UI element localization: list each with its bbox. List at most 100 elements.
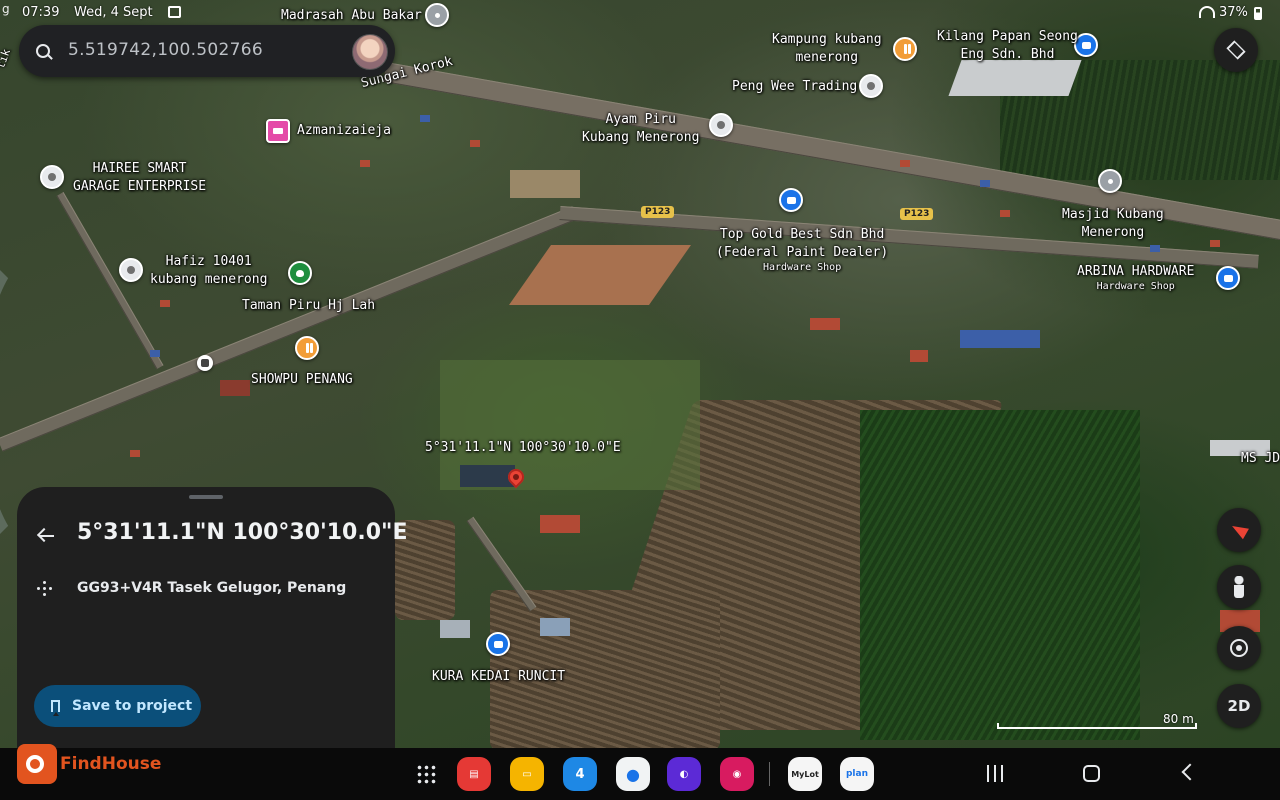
layers-button[interactable] xyxy=(1214,28,1258,72)
dock-app-internet[interactable]: ◐ xyxy=(667,757,701,791)
park-pin[interactable] xyxy=(288,261,312,285)
my-location-icon xyxy=(1230,639,1248,657)
internet-app-icon: ◐ xyxy=(679,768,689,780)
place-pin[interactable] xyxy=(709,113,733,137)
label-topgold[interactable]: Top Gold Best Sdn Bhd (Federal Paint Dea… xyxy=(716,226,888,274)
place-pin[interactable] xyxy=(119,258,143,282)
rooftop xyxy=(900,160,910,167)
bus-stop-pin[interactable] xyxy=(197,355,213,371)
my-location-button[interactable] xyxy=(1217,626,1261,670)
drag-handle[interactable] xyxy=(189,495,223,499)
rooftop xyxy=(810,318,840,330)
dock-app-mylot[interactable]: MyLot xyxy=(788,757,822,791)
label-hairee[interactable]: HAIREE SMART GARAGE ENTERPRISE xyxy=(73,160,206,196)
search-input[interactable]: 5.519742,100.502766 xyxy=(68,40,263,60)
dock-app-calendar[interactable]: 4 xyxy=(563,757,597,791)
rooftop xyxy=(1000,210,1010,217)
cleared-land xyxy=(510,170,580,198)
rooftop xyxy=(150,350,160,357)
plus-code-address[interactable]: GG93+V4R Tasek Gelugor, Penang xyxy=(77,580,346,596)
status-date: Wed, 4 Sept xyxy=(74,5,153,20)
place-pin[interactable] xyxy=(859,74,883,98)
road-shield-p123: P123 xyxy=(900,208,934,220)
label-showpu[interactable]: SHOWPU PENANG xyxy=(251,371,353,389)
status-bar: g 07:39 Wed, 4 Sept 37% xyxy=(0,0,1280,26)
layers-icon xyxy=(1226,40,1246,60)
compass-button[interactable] xyxy=(1217,508,1261,552)
label-msjd[interactable]: MS JD xyxy=(1241,450,1280,468)
watermark-brand: FindHouse xyxy=(60,754,162,774)
cleared-land xyxy=(508,245,692,305)
folder-app-icon: ▭ xyxy=(522,768,532,780)
back-arrow-icon[interactable] xyxy=(37,527,55,545)
rooftop xyxy=(160,300,170,307)
place-pin[interactable] xyxy=(40,165,64,189)
label-arbina-category: Hardware Shop xyxy=(1096,281,1175,292)
rooftop xyxy=(910,350,928,362)
grocery-pin[interactable] xyxy=(486,632,510,656)
hardware-shop-pin[interactable] xyxy=(779,188,803,212)
label-arbina-name: ARBINA HARDWARE xyxy=(1077,264,1195,279)
gallery-notification-icon xyxy=(168,6,181,18)
home-icon[interactable] xyxy=(1083,765,1100,782)
calendar-app-icon: 4 xyxy=(575,766,585,782)
label-azmani[interactable]: Azmanizaieja xyxy=(297,122,391,140)
mosque-pin[interactable] xyxy=(1098,169,1122,193)
view-mode-toggle[interactable]: 2D xyxy=(1217,684,1261,728)
label-kura[interactable]: KURA KEDAI RUNCIT xyxy=(432,668,565,686)
save-to-project-button[interactable]: Save to project xyxy=(34,685,201,727)
dock-app-messages[interactable]: ● xyxy=(616,757,650,791)
label-topgold-category: Hardware Shop xyxy=(762,262,842,273)
search-icon[interactable] xyxy=(36,44,50,58)
dock-app-files[interactable]: ▭ xyxy=(510,757,544,791)
road-shield-p123: P123 xyxy=(641,206,675,218)
hardware-shop-pin[interactable] xyxy=(1216,266,1240,290)
plan-app-icon: plan xyxy=(845,769,868,779)
navigation-bar: ▤ ▭ 4 ● ◐ ◉ MyLot plan xyxy=(0,748,1280,800)
rooftop xyxy=(360,160,370,167)
app-drawer-icon[interactable] xyxy=(416,764,436,784)
rooftop xyxy=(440,620,470,638)
label-kampung[interactable]: Kampung kubang menerong xyxy=(772,31,882,67)
battery-percentage: 37% xyxy=(1219,5,1248,20)
dock-app-notes[interactable]: ▤ xyxy=(457,757,491,791)
wifi-icon xyxy=(1199,6,1215,18)
recents-icon[interactable] xyxy=(987,765,1003,782)
label-masjid[interactable]: Masjid Kubang Menerong xyxy=(1062,206,1164,242)
account-avatar[interactable] xyxy=(352,34,388,70)
rooftop xyxy=(960,330,1040,348)
status-time: 07:39 xyxy=(22,5,60,20)
pegman-icon xyxy=(1234,576,1244,598)
label-pengwee[interactable]: Peng Wee Trading xyxy=(732,78,857,96)
restaurant-pin[interactable] xyxy=(295,336,319,360)
findhouse-logo xyxy=(17,744,57,784)
rooftop xyxy=(1210,240,1220,247)
plus-code-icon xyxy=(37,581,53,597)
bookmark-icon xyxy=(51,700,60,716)
label-taman[interactable]: Taman Piru Hj Lah xyxy=(242,297,375,315)
dock-app-camera[interactable]: ◉ xyxy=(720,757,754,791)
label-hafiz[interactable]: Hafiz 10401 kubang menerong xyxy=(150,253,267,289)
street-view-button[interactable] xyxy=(1217,565,1261,609)
restaurant-pin[interactable] xyxy=(893,37,917,61)
nav-back-icon[interactable] xyxy=(1181,763,1199,781)
label-arbina[interactable]: ARBINA HARDWARE Hardware Shop xyxy=(1077,263,1194,293)
dock-divider xyxy=(769,762,770,786)
lodging-pin[interactable] xyxy=(266,119,290,143)
label-pin-coordinates: 5°31'11.1"N 100°30'10.0"E xyxy=(425,440,621,455)
search-bar[interactable]: 5.519742,100.502766 xyxy=(19,25,395,77)
rooftop xyxy=(220,380,250,396)
status-notification-icon: g xyxy=(2,2,10,16)
dock-app-plan[interactable]: plan xyxy=(840,757,874,791)
plantation xyxy=(860,410,1140,740)
place-title: 5°31'11.1"N 100°30'10.0"E xyxy=(77,520,408,545)
rooftop xyxy=(420,115,430,122)
label-topgold-name: Top Gold Best Sdn Bhd (Federal Paint Dea… xyxy=(716,227,889,260)
label-left-edge: tik xyxy=(0,47,13,71)
label-ayam[interactable]: Ayam Piru Kubang Menerong xyxy=(582,111,699,147)
rooftop xyxy=(980,180,990,187)
label-kilang[interactable]: Kilang Papan Seong Eng Sdn. Bhd xyxy=(937,28,1078,64)
place-bottom-sheet[interactable]: 5°31'11.1"N 100°30'10.0"E GG93+V4R Tasek… xyxy=(17,487,408,748)
rooftop xyxy=(540,618,570,636)
chat-app-icon: ● xyxy=(626,764,640,784)
